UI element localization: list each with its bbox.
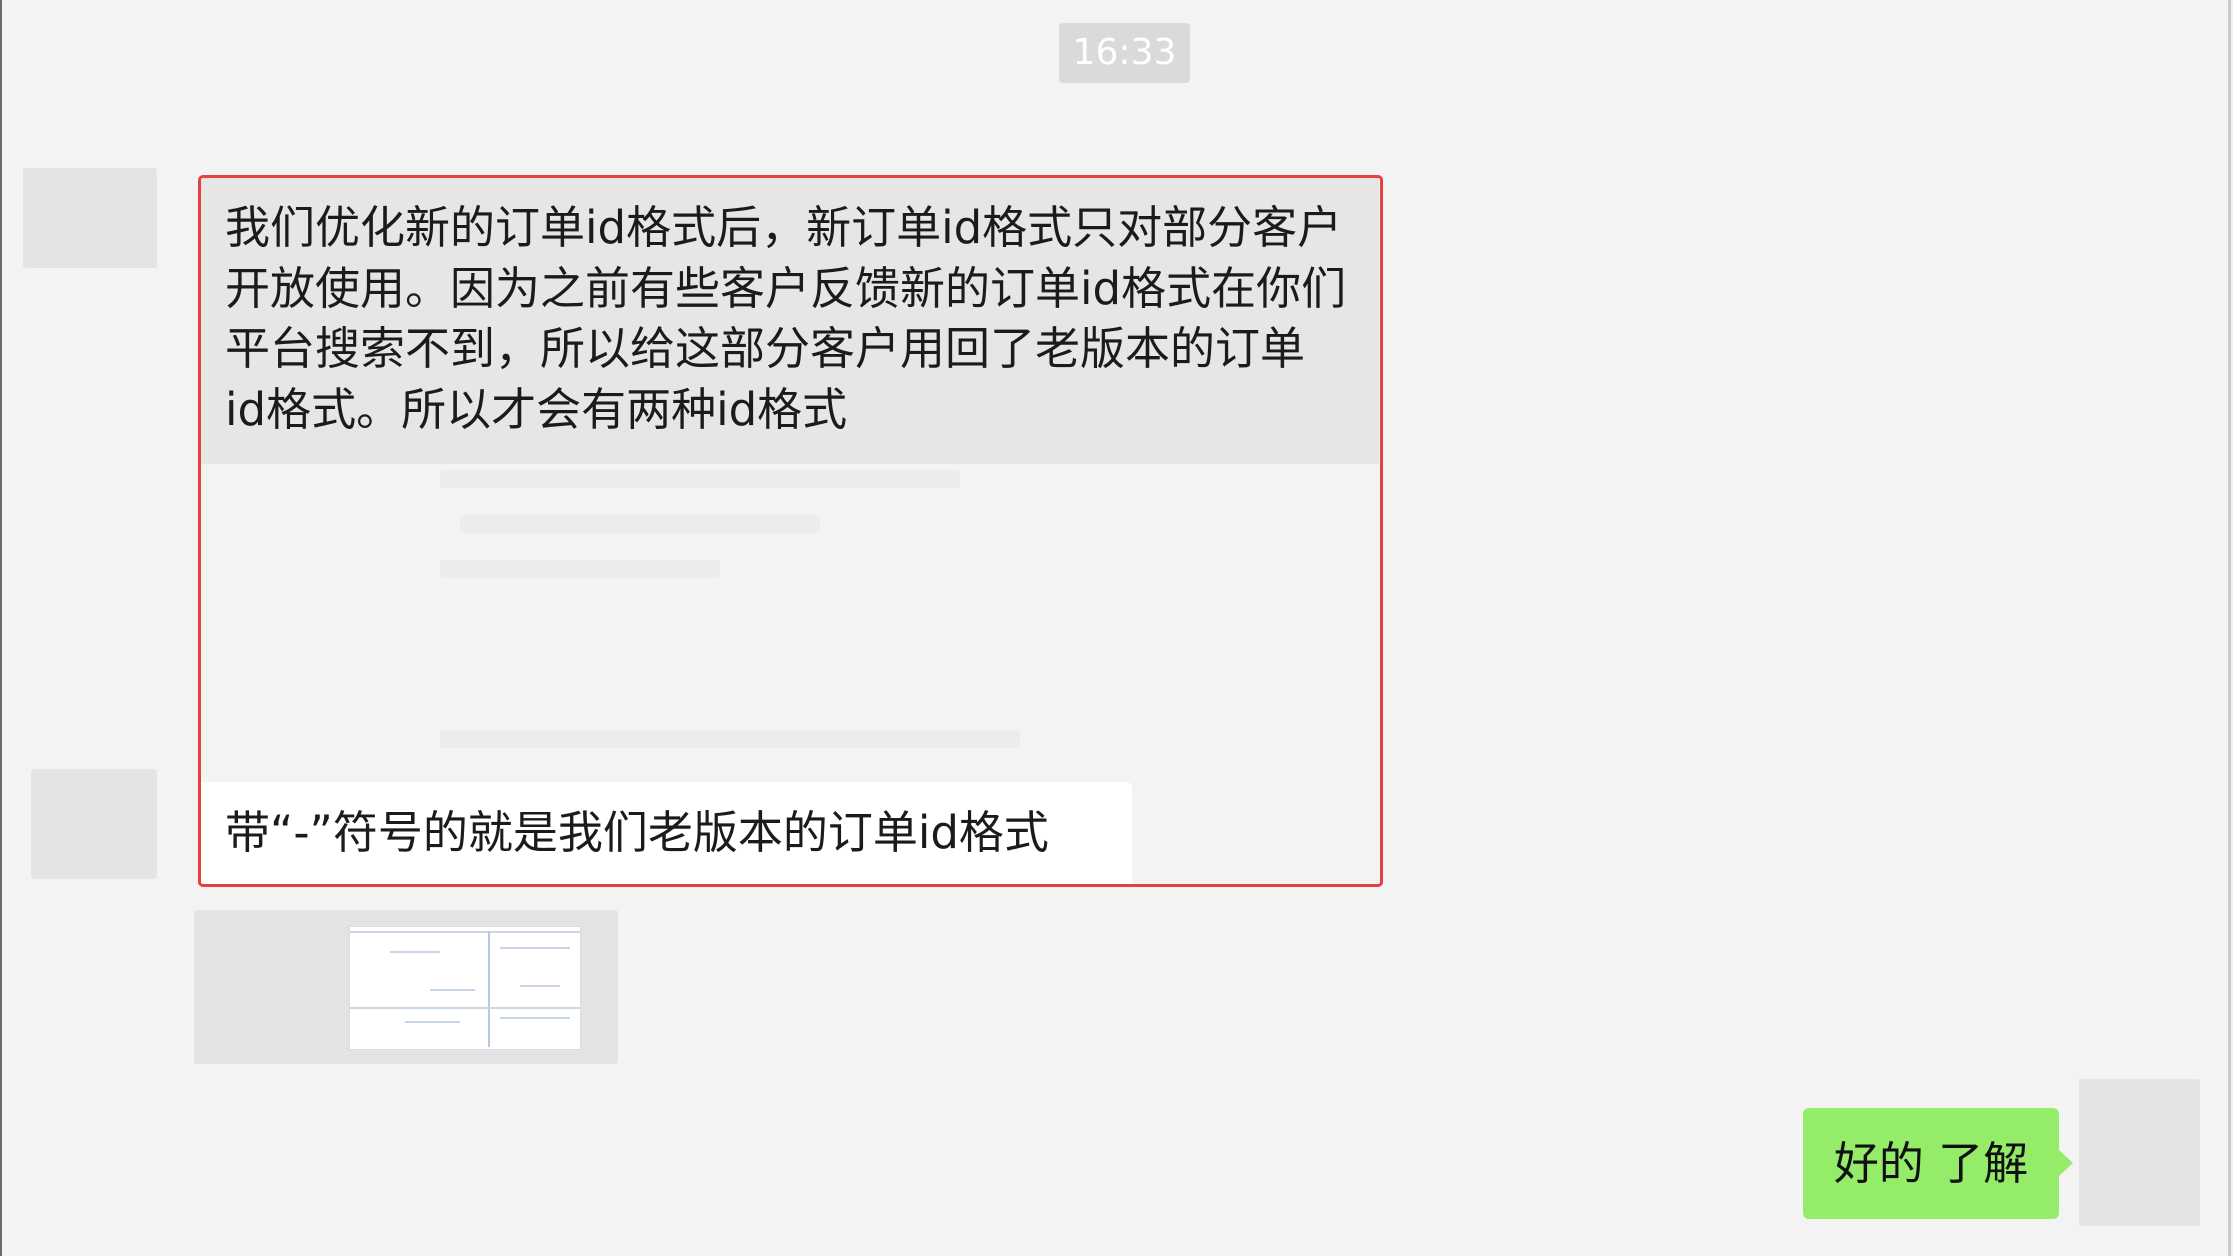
image-detail (350, 1007, 580, 1009)
image-message[interactable] (194, 910, 618, 1064)
avatar[interactable] (2079, 1079, 2200, 1226)
window-left-border (0, 0, 2, 1256)
chat-window: 16:33 我们优化新的订单id格式后，新订单id格式只对部分客户 开放使用。因… (0, 0, 2233, 1256)
avatar[interactable] (23, 168, 157, 268)
image-detail (488, 931, 490, 1047)
image-detail (430, 989, 475, 991)
avatar[interactable] (31, 769, 157, 879)
message-timestamp: 16:33 (1059, 23, 1190, 83)
image-detail (500, 1017, 570, 1019)
image-detail (405, 1021, 460, 1023)
image-thumbnail (349, 926, 581, 1050)
image-detail (520, 985, 560, 987)
bubble-tail (2059, 1150, 2073, 1176)
outgoing-message-bubble[interactable]: 好的 了解 (1803, 1108, 2059, 1219)
window-right-border (2228, 0, 2231, 1256)
image-detail (500, 947, 570, 949)
image-detail (350, 931, 580, 933)
image-detail (390, 951, 440, 953)
highlight-box (198, 175, 1383, 887)
